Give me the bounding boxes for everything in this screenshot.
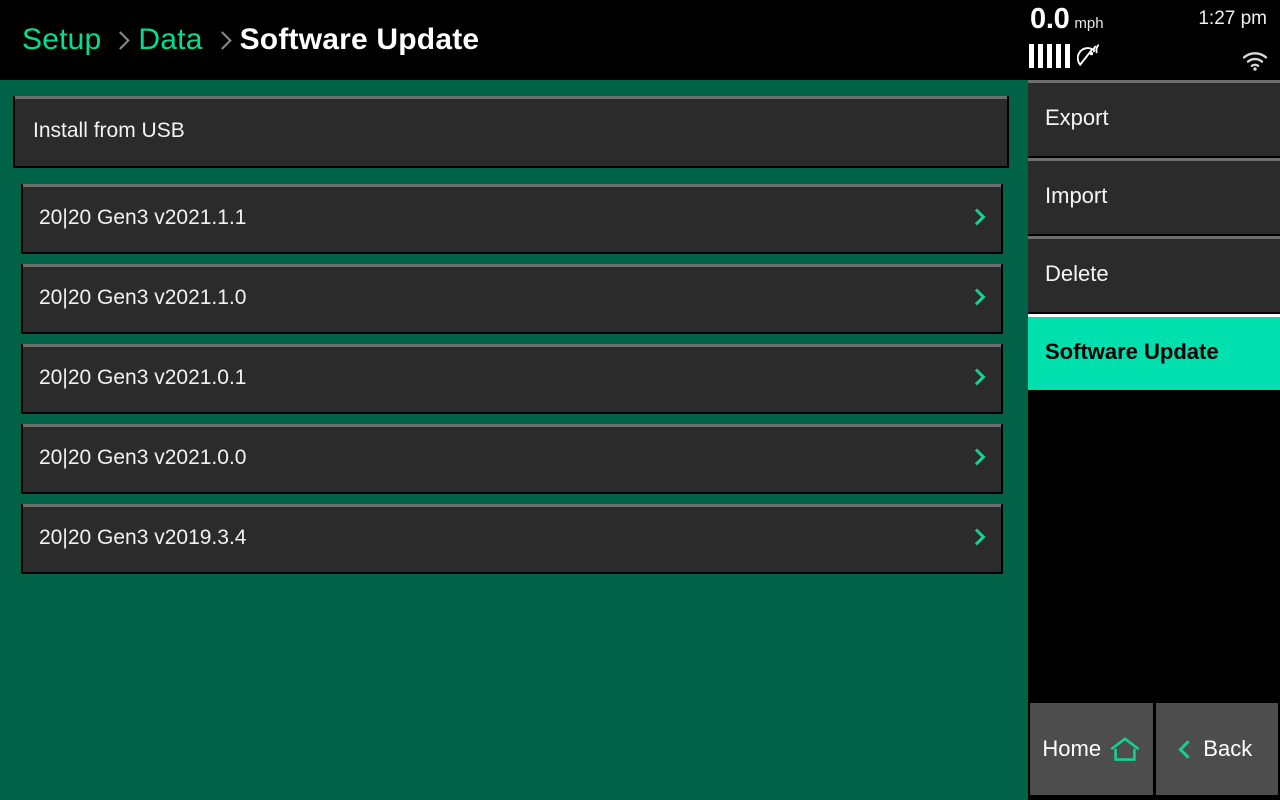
version-label: 20|20 Gen3 v2021.1.0 bbox=[39, 286, 247, 309]
software-version-list: 20|20 Gen3 v2021.1.1 20|20 Gen3 v2021.1.… bbox=[21, 184, 1003, 584]
clock: 1:27 pm bbox=[1198, 8, 1267, 29]
version-label: 20|20 Gen3 v2021.0.0 bbox=[39, 446, 247, 469]
app-screen: Setup Data Software Update 0.0 mph 1:27 … bbox=[0, 0, 1280, 800]
sidebar-item-delete[interactable]: Delete bbox=[1028, 236, 1280, 312]
chevron-right-icon bbox=[968, 448, 986, 466]
install-from-usb-label: Install from USB bbox=[33, 119, 185, 142]
home-button-label: Home bbox=[1042, 736, 1102, 761]
top-bar: Setup Data Software Update 0.0 mph 1:27 … bbox=[0, 0, 1280, 80]
version-label: 20|20 Gen3 v2021.1.1 bbox=[39, 206, 247, 229]
install-from-usb-panel[interactable]: Install from USB bbox=[13, 96, 1009, 168]
page-title: Software Update bbox=[239, 23, 480, 56]
list-item[interactable]: 20|20 Gen3 v2021.0.0 bbox=[21, 424, 1003, 494]
home-icon bbox=[1110, 737, 1140, 761]
signal-bars-icon bbox=[1029, 44, 1070, 68]
list-item[interactable]: 20|20 Gen3 v2021.0.1 bbox=[21, 344, 1003, 414]
sidebar-item-label: Delete bbox=[1045, 261, 1109, 286]
back-button[interactable]: Back bbox=[1155, 703, 1278, 795]
version-label: 20|20 Gen3 v2019.3.4 bbox=[39, 526, 247, 549]
breadcrumb: Setup Data Software Update bbox=[22, 0, 479, 80]
chevron-right-icon bbox=[114, 31, 125, 50]
wifi-icon bbox=[1242, 52, 1268, 71]
chevron-right-icon bbox=[968, 528, 986, 546]
chevron-left-icon bbox=[1178, 739, 1197, 759]
speed-value: 0.0 bbox=[1030, 3, 1070, 35]
back-button-label: Back bbox=[1203, 736, 1253, 761]
sidebar-item-import[interactable]: Import bbox=[1028, 158, 1280, 234]
chevron-right-icon bbox=[968, 368, 986, 386]
main-content: Install from USB 20|20 Gen3 v2021.1.1 20… bbox=[0, 80, 1028, 800]
bottom-nav: Home Back bbox=[1028, 700, 1280, 800]
chevron-right-icon bbox=[968, 288, 986, 306]
gps-status bbox=[1029, 42, 1103, 68]
breadcrumb-item-data[interactable]: Data bbox=[138, 23, 202, 57]
chevron-right-icon bbox=[216, 31, 227, 50]
sidebar-item-export[interactable]: Export bbox=[1028, 80, 1280, 156]
sidebar-item-label: Export bbox=[1045, 105, 1109, 130]
list-item[interactable]: 20|20 Gen3 v2021.1.1 bbox=[21, 184, 1003, 254]
list-item[interactable]: 20|20 Gen3 v2019.3.4 bbox=[21, 504, 1003, 574]
sidebar: Export Import Delete Software Update Hom… bbox=[1028, 80, 1280, 800]
status-cluster: 0.0 mph 1:27 pm bbox=[1028, 0, 1280, 80]
speed-readout: 0.0 mph bbox=[1030, 3, 1104, 36]
sidebar-item-software-update[interactable]: Software Update bbox=[1028, 314, 1280, 390]
home-button[interactable]: Home bbox=[1030, 703, 1153, 795]
version-label: 20|20 Gen3 v2021.0.1 bbox=[39, 366, 247, 389]
list-item[interactable]: 20|20 Gen3 v2021.1.0 bbox=[21, 264, 1003, 334]
breadcrumb-item-setup[interactable]: Setup bbox=[22, 23, 101, 57]
chevron-right-icon bbox=[968, 208, 986, 226]
speed-unit: mph bbox=[1074, 15, 1104, 32]
sidebar-item-label: Import bbox=[1045, 183, 1108, 208]
satellite-dish-icon bbox=[1077, 44, 1100, 67]
sidebar-item-label: Software Update bbox=[1045, 339, 1219, 364]
